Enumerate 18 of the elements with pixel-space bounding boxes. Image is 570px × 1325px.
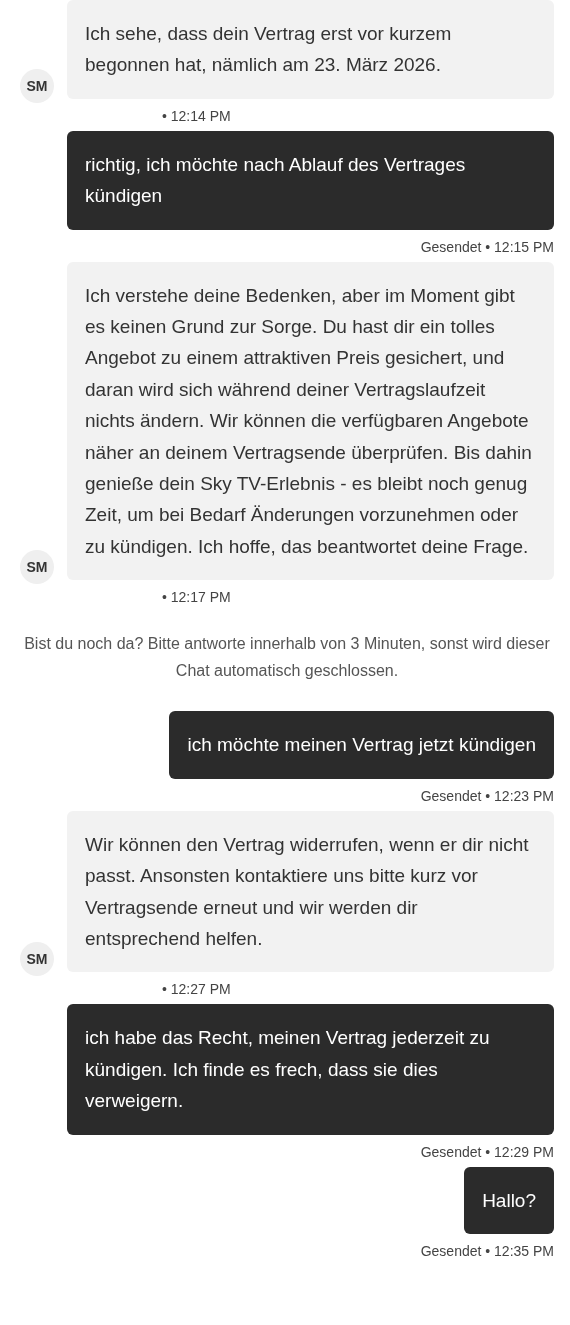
message-time: • 12:27 PM [162, 980, 232, 999]
agent-avatar: SM [20, 68, 54, 103]
message-status: Gesendet • 12:15 PM [420, 237, 554, 256]
user-message: Hallo? [464, 1166, 554, 1234]
user-message: ich habe das Recht, meinen Vertrag jederzeit zu kündigen. Ich finde es frech, dass sie dies verweigern. [67, 1004, 554, 1135]
message-time: • 12:14 PM [162, 106, 232, 125]
user-message: ich möchte meinen Vertrag jetzt kündigen [169, 711, 554, 779]
message-time: • 12:17 PM [162, 588, 232, 607]
message-status: Gesendet • 12:29 PM [420, 1142, 554, 1161]
agent-message: Ich verstehe deine Bedenken, aber im Moment gibt es keinen Grund zur Sorge. Du hast dir ein tolles Angebot zu einem attraktiven Preis gesichert, und daran wird sich während deiner Vertragslaufzeit nichts ändern. Wir können die verfügbaren Angebote näher an deinem Vertragsende überprüfen. Bis dahin genieße dein Sky TV-Erlebnis - es bleibt noch genug Zeit, um bei Bedarf Änderungen vorzunehmen oder zu kündigen. Ich hoffe, das beantwortet deine Frage. [67, 261, 554, 581]
message-status: Gesendet • 12:35 PM [420, 1241, 554, 1260]
agent-message: Wir können den Vertrag widerrufen, wenn er dir nicht passt. Ansonsten kontaktiere uns bitte kurz vor Vertragsende erneut und wir werden dir entsprechend helfen. [67, 810, 554, 973]
agent-avatar: SM [20, 550, 54, 585]
agent-message: Ich sehe, dass dein Vertrag erst vor kurzem begonnen hat, nämlich am 23. März 2026. [67, 0, 554, 99]
system-notice: Bist du noch da? Bitte antworte innerhalb von 3 Minuten, sonst wird dieser Chat automatisch geschlossen. [23, 634, 551, 682]
agent-avatar: SM [20, 942, 54, 977]
user-message: richtig, ich möchte nach Ablauf des Vertrages kündigen [67, 130, 554, 230]
message-status: Gesendet • 12:23 PM [420, 786, 554, 805]
